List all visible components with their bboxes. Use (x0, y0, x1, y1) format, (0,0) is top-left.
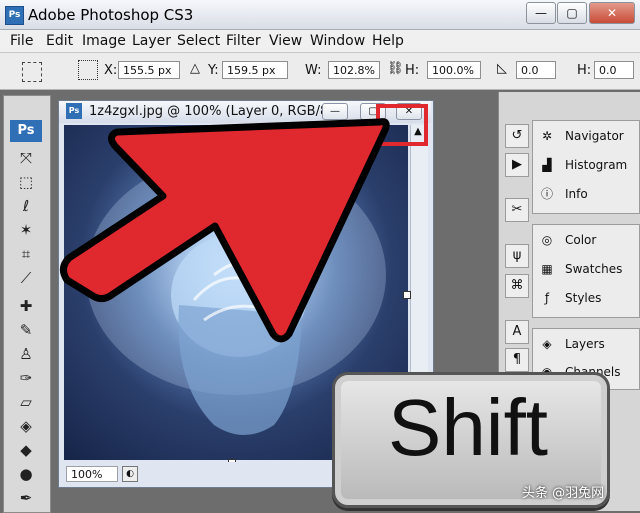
tool-presets-icon[interactable]: ✂ (505, 198, 529, 222)
panel-histogram[interactable]: Histogram (565, 158, 627, 172)
clone-source-icon[interactable]: ⌘ (505, 274, 529, 298)
red-arrow-annotation (60, 118, 390, 343)
dodge-icon[interactable]: ● (16, 464, 36, 484)
app-title: Adobe Photoshop CS3 (28, 6, 194, 24)
w-label: W: (305, 63, 322, 78)
angle-field[interactable]: 0.0 (516, 61, 556, 79)
eraser-icon[interactable]: ▱ (16, 392, 36, 412)
menu-select[interactable]: Select (177, 33, 220, 49)
marquee-icon[interactable]: ⬚ (16, 172, 36, 192)
navigator-icon[interactable]: ✲ (539, 128, 555, 144)
swatches-icon[interactable]: ▦ (539, 261, 555, 277)
minimize-button[interactable]: — (526, 2, 556, 24)
menu-file[interactable]: File (10, 33, 33, 49)
lasso-icon[interactable]: ℓ (16, 196, 36, 216)
clone-stamp-icon[interactable]: ♙ (16, 344, 36, 364)
menu-filter[interactable]: Filter (226, 33, 261, 49)
history-panel-icon[interactable]: ↺ (505, 124, 529, 148)
status-menu-icon[interactable]: ◐ (122, 466, 138, 482)
panel-info[interactable]: Info (565, 187, 588, 201)
panel-swatches[interactable]: Swatches (565, 262, 622, 276)
h-skew-field[interactable]: 0.0 (594, 61, 634, 79)
menu-layer[interactable]: Layer (132, 33, 171, 49)
character-panel-icon[interactable]: A (505, 320, 529, 344)
menu-help[interactable]: Help (372, 33, 404, 49)
transform-handle[interactable] (403, 291, 411, 299)
slice-icon[interactable]: ⟋ (16, 268, 36, 288)
menu-image[interactable]: Image (82, 33, 126, 49)
paragraph-panel-icon[interactable]: ¶ (505, 348, 529, 372)
actions-panel-icon[interactable]: ▶ (505, 153, 529, 177)
watermark: 头条 @羽兔网 (522, 486, 605, 501)
transform-icon[interactable] (22, 62, 42, 82)
reference-point-icon[interactable] (78, 60, 98, 80)
delta-icon: △ (190, 61, 200, 76)
app-logo-icon: Ps (5, 6, 24, 25)
info-icon[interactable]: ⓘ (539, 186, 555, 202)
h-field[interactable]: 100.0% (427, 61, 481, 79)
paint-bucket-icon[interactable]: ◈ (16, 416, 36, 436)
histogram-icon[interactable]: ▟ (539, 157, 555, 173)
layers-icon[interactable]: ◈ (539, 336, 555, 352)
brush-icon[interactable]: ✎ (16, 320, 36, 340)
blur-icon[interactable]: ◆ (16, 440, 36, 460)
menu-view[interactable]: View (269, 33, 302, 49)
menu-edit[interactable]: Edit (46, 33, 73, 49)
move-icon[interactable]: ⤧ (16, 148, 36, 168)
panel-color[interactable]: Color (565, 233, 596, 247)
color-icon[interactable]: ◎ (539, 232, 555, 248)
brushes-panel-icon[interactable]: ψ (505, 244, 529, 268)
healing-brush-icon[interactable]: ✚ (16, 296, 36, 316)
panel-navigator[interactable]: Navigator (565, 129, 624, 143)
menu-window[interactable]: Window (310, 33, 365, 49)
angle-icon: ◺ (497, 61, 507, 76)
h-skew-label: H: (577, 63, 592, 78)
panel-layers[interactable]: Layers (565, 337, 605, 351)
toolbox-logo[interactable]: Ps (10, 120, 42, 142)
pen-icon[interactable]: ✒ (16, 488, 36, 508)
restore-button[interactable]: ▢ (557, 2, 587, 24)
crop-icon[interactable]: ⌗ (16, 244, 36, 264)
close-button[interactable]: ✕ (589, 2, 635, 24)
x-field[interactable]: 155.5 px (118, 61, 180, 79)
link-icon[interactable]: ⛓ (387, 61, 404, 76)
zoom-field[interactable]: 100% (66, 466, 118, 482)
panel-styles[interactable]: Styles (565, 291, 601, 305)
x-label: X: (104, 63, 118, 78)
history-brush-icon[interactable]: ✑ (16, 368, 36, 388)
styles-icon[interactable]: ƒ (539, 290, 555, 306)
y-label: Y: (208, 63, 219, 78)
w-field[interactable]: 102.8% (328, 61, 380, 79)
magic-wand-icon[interactable]: ✶ (16, 220, 36, 240)
h-label: H: (405, 63, 420, 78)
shift-key-label: Shift (387, 383, 549, 472)
y-field[interactable]: 159.5 px (222, 61, 288, 79)
